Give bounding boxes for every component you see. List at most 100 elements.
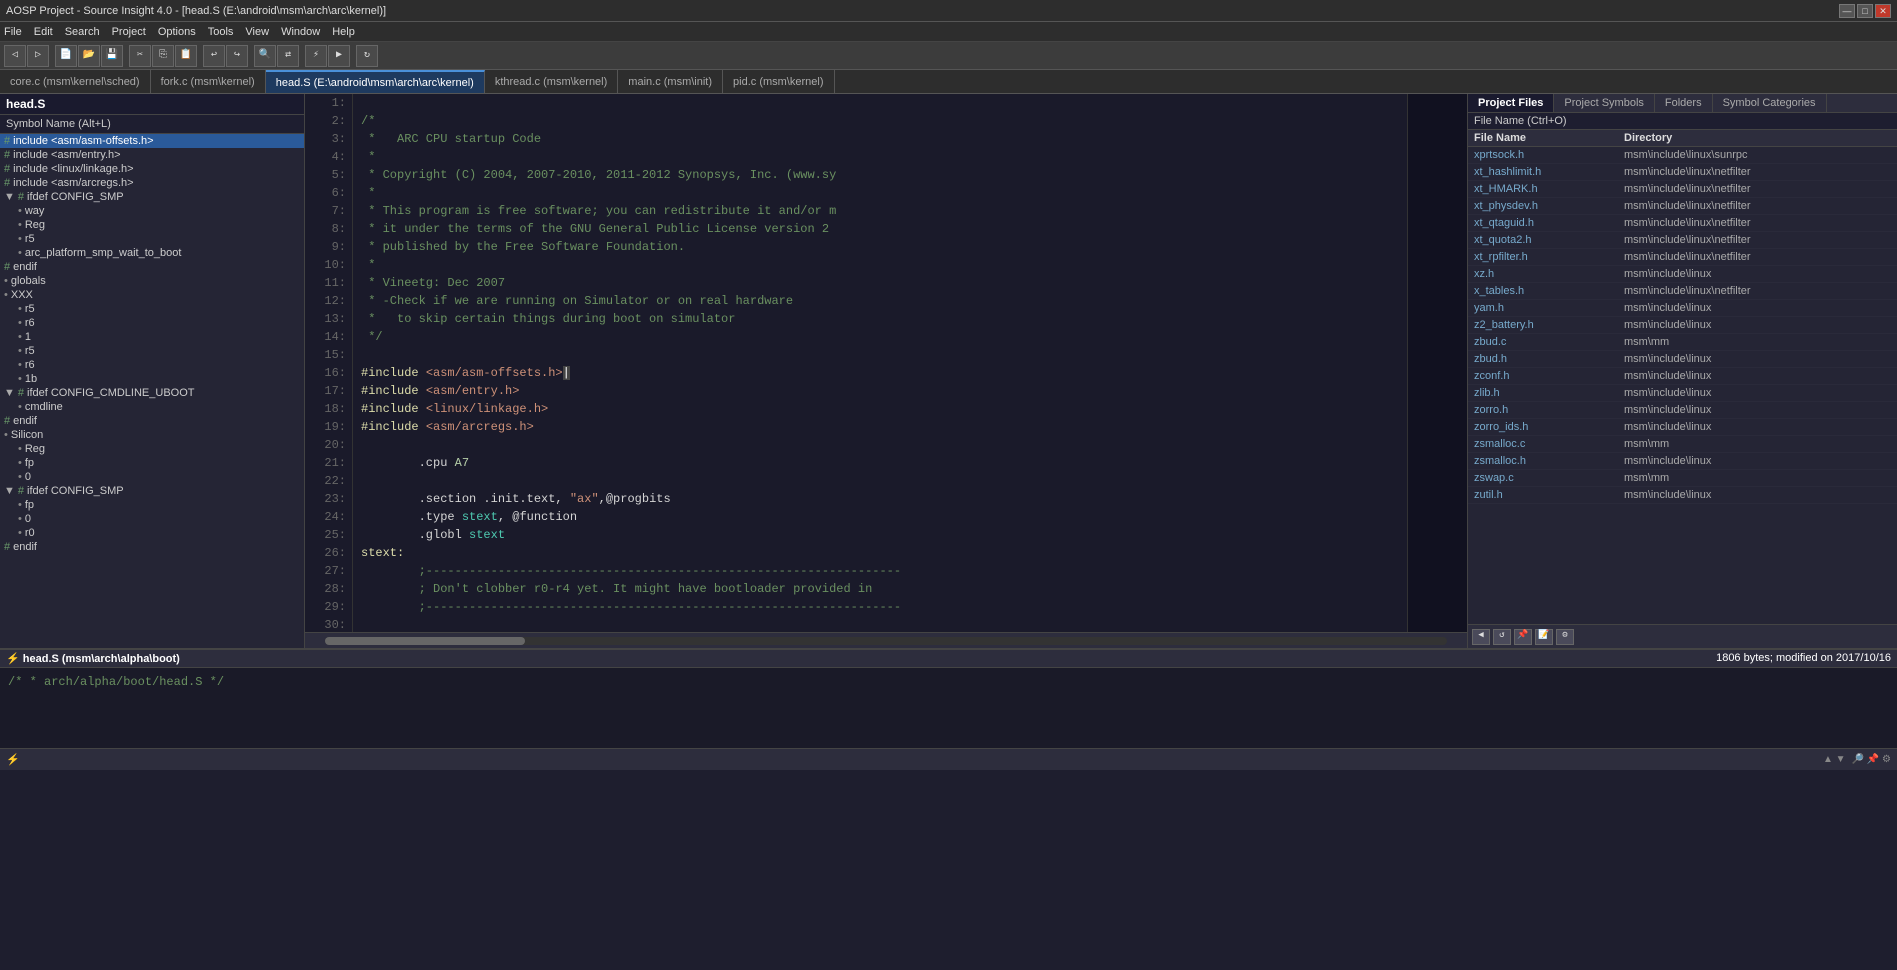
file-row-xt-qtaguid[interactable]: xt_qtaguid.h msm\include\linux\netfilter: [1468, 215, 1897, 232]
menu-window[interactable]: Window: [281, 26, 320, 38]
toolbar-sync-btn[interactable]: ↻: [356, 45, 378, 67]
file-row-zbud-h[interactable]: zbud.h msm\include\linux: [1468, 351, 1897, 368]
rtab-symbol-categories[interactable]: Symbol Categories: [1713, 94, 1827, 112]
tree-item-way[interactable]: • way: [0, 204, 304, 218]
tree-item-1-1[interactable]: • 1: [0, 330, 304, 344]
rtab-project-symbols[interactable]: Project Symbols: [1554, 94, 1654, 112]
maximize-button[interactable]: □: [1857, 4, 1873, 18]
tab-head[interactable]: head.S (E:\android\msm\arch\arc\kernel): [266, 70, 485, 93]
toolbar-run-btn[interactable]: ▶: [328, 45, 350, 67]
file-row-xz[interactable]: xz.h msm\include\linux: [1468, 266, 1897, 283]
tree-item-endif-2[interactable]: # endif: [0, 414, 304, 428]
toolbar-copy-btn[interactable]: ⎘: [152, 45, 174, 67]
rp-btn-1[interactable]: ◀: [1472, 629, 1490, 645]
close-button[interactable]: ✕: [1875, 4, 1891, 18]
file-row-xt-rpfilter[interactable]: xt_rpfilter.h msm\include\linux\netfilte…: [1468, 249, 1897, 266]
tree-item-include-linux-linkage[interactable]: # include <linux/linkage.h>: [0, 162, 304, 176]
menu-view[interactable]: View: [245, 26, 269, 38]
tree-item-cmdline[interactable]: • cmdline: [0, 400, 304, 414]
tree-item-reg-1[interactable]: • Reg: [0, 218, 304, 232]
rtab-folders[interactable]: Folders: [1655, 94, 1713, 112]
tree-item-r6-2[interactable]: • r6: [0, 358, 304, 372]
rp-btn-2[interactable]: ↺: [1493, 629, 1511, 645]
code-content[interactable]: /* * ARC CPU startup Code * * Copyright …: [353, 94, 1407, 632]
file-row-zsmalloc-c[interactable]: zsmalloc.c msm\mm: [1468, 436, 1897, 453]
tree-item-r5-3[interactable]: • r5: [0, 344, 304, 358]
menu-tools[interactable]: Tools: [208, 26, 234, 38]
toolbar-cut-btn[interactable]: ✂: [129, 45, 151, 67]
tree-item-arc-platform[interactable]: • arc_platform_smp_wait_to_boot: [0, 246, 304, 260]
rtab-project-files[interactable]: Project Files: [1468, 94, 1554, 112]
file-row-zorro-ids[interactable]: zorro_ids.h msm\include\linux: [1468, 419, 1897, 436]
tree-item-reg-2[interactable]: • Reg: [0, 442, 304, 456]
symbol-tree[interactable]: # include <asm/asm-offsets.h> # include …: [0, 134, 304, 648]
toolbar-find-btn[interactable]: 🔍: [254, 45, 276, 67]
tree-item-ifdef-config-smp-2[interactable]: ▼ # ifdef CONFIG_SMP: [0, 484, 304, 498]
tree-item-r5-1[interactable]: • r5: [0, 232, 304, 246]
file-row-xt-hmark[interactable]: xt_HMARK.h msm\include\linux\netfilter: [1468, 181, 1897, 198]
toolbar-back-btn[interactable]: ◁: [4, 45, 26, 67]
tree-item-silicon[interactable]: • Silicon: [0, 428, 304, 442]
file-row-yam[interactable]: yam.h msm\include\linux: [1468, 300, 1897, 317]
tab-core[interactable]: core.c (msm\kernel\sched): [0, 70, 151, 93]
tree-item-1b[interactable]: • 1b: [0, 372, 304, 386]
tree-item-include-asm-arcregs[interactable]: # include <asm/arcregs.h>: [0, 176, 304, 190]
menu-file[interactable]: File: [4, 26, 22, 38]
tree-item-include-asm-offsets[interactable]: # include <asm/asm-offsets.h>: [0, 134, 304, 148]
file-name-control[interactable]: File Name (Ctrl+O): [1468, 113, 1897, 130]
file-row-xprtsock[interactable]: xprtsock.h msm\include\linux\sunrpc: [1468, 147, 1897, 164]
tree-item-0-2[interactable]: • 0: [0, 512, 304, 526]
menu-project[interactable]: Project: [112, 26, 146, 38]
file-row-zconf[interactable]: zconf.h msm\include\linux: [1468, 368, 1897, 385]
rp-btn-5[interactable]: ⚙: [1556, 629, 1574, 645]
tree-item-fp-2[interactable]: • fp: [0, 498, 304, 512]
code-editor[interactable]: 1:2:3:4:5: 6:7:8:9:10: 11:12:13:14:15: 1…: [305, 94, 1467, 648]
tree-item-r5-2[interactable]: • r5: [0, 302, 304, 316]
minimize-button[interactable]: —: [1839, 4, 1855, 18]
file-row-xt-hashlimit[interactable]: xt_hashlimit.h msm\include\linux\netfilt…: [1468, 164, 1897, 181]
code-scroll-area[interactable]: 1:2:3:4:5: 6:7:8:9:10: 11:12:13:14:15: 1…: [305, 94, 1467, 632]
rp-btn-4[interactable]: 📝: [1535, 629, 1553, 645]
file-row-x-tables[interactable]: x_tables.h msm\include\linux\netfilter: [1468, 283, 1897, 300]
horizontal-scrollbar[interactable]: [305, 632, 1467, 648]
menu-search[interactable]: Search: [65, 26, 100, 38]
tree-item-ifdef-config-smp-1[interactable]: ▼ # ifdef CONFIG_SMP: [0, 190, 304, 204]
tab-kthread[interactable]: kthread.c (msm\kernel): [485, 70, 618, 93]
tree-item-ifdef-cmdline[interactable]: ▼ # ifdef CONFIG_CMDLINE_UBOOT: [0, 386, 304, 400]
file-row-zbud-c[interactable]: zbud.c msm\mm: [1468, 334, 1897, 351]
tab-main[interactable]: main.c (msm\init): [618, 70, 723, 93]
tab-fork[interactable]: fork.c (msm\kernel): [151, 70, 266, 93]
toolbar-fwd-btn[interactable]: ▷: [27, 45, 49, 67]
rp-btn-3[interactable]: 📌: [1514, 629, 1532, 645]
file-list[interactable]: xprtsock.h msm\include\linux\sunrpc xt_h…: [1468, 147, 1897, 624]
file-row-zutil[interactable]: zutil.h msm\include\linux: [1468, 487, 1897, 504]
tree-item-include-asm-entry[interactable]: # include <asm/entry.h>: [0, 148, 304, 162]
file-row-zswap[interactable]: zswap.c msm\mm: [1468, 470, 1897, 487]
tree-item-xxx[interactable]: • XXX: [0, 288, 304, 302]
toolbar-save-btn[interactable]: 💾: [101, 45, 123, 67]
toolbar-build-btn[interactable]: ⚡: [305, 45, 327, 67]
file-row-zorro[interactable]: zorro.h msm\include\linux: [1468, 402, 1897, 419]
file-row-xt-physdev[interactable]: xt_physdev.h msm\include\linux\netfilter: [1468, 198, 1897, 215]
tab-pid[interactable]: pid.c (msm\kernel): [723, 70, 834, 93]
tree-item-r6-1[interactable]: • r6: [0, 316, 304, 330]
toolbar-new-btn[interactable]: 📄: [55, 45, 77, 67]
toolbar-replace-btn[interactable]: ⇄: [277, 45, 299, 67]
file-row-zsmalloc-h[interactable]: zsmalloc.h msm\include\linux: [1468, 453, 1897, 470]
toolbar-redo-btn[interactable]: ↪: [226, 45, 248, 67]
toolbar-undo-btn[interactable]: ↩: [203, 45, 225, 67]
menu-help[interactable]: Help: [332, 26, 355, 38]
toolbar-paste-btn[interactable]: 📋: [175, 45, 197, 67]
file-row-zlib[interactable]: zlib.h msm\include\linux: [1468, 385, 1897, 402]
tree-item-r0[interactable]: • r0: [0, 526, 304, 540]
tree-item-endif-3[interactable]: # endif: [0, 540, 304, 554]
tree-item-fp-1[interactable]: • fp: [0, 456, 304, 470]
tree-item-endif-1[interactable]: # endif: [0, 260, 304, 274]
toolbar-open-btn[interactable]: 📂: [78, 45, 100, 67]
file-row-z2-battery[interactable]: z2_battery.h msm\include\linux: [1468, 317, 1897, 334]
file-row-xt-quota2[interactable]: xt_quota2.h msm\include\linux\netfilter: [1468, 232, 1897, 249]
menu-edit[interactable]: Edit: [34, 26, 53, 38]
menu-options[interactable]: Options: [158, 26, 196, 38]
tree-item-0-1[interactable]: • 0: [0, 470, 304, 484]
tree-item-globals[interactable]: • globals: [0, 274, 304, 288]
